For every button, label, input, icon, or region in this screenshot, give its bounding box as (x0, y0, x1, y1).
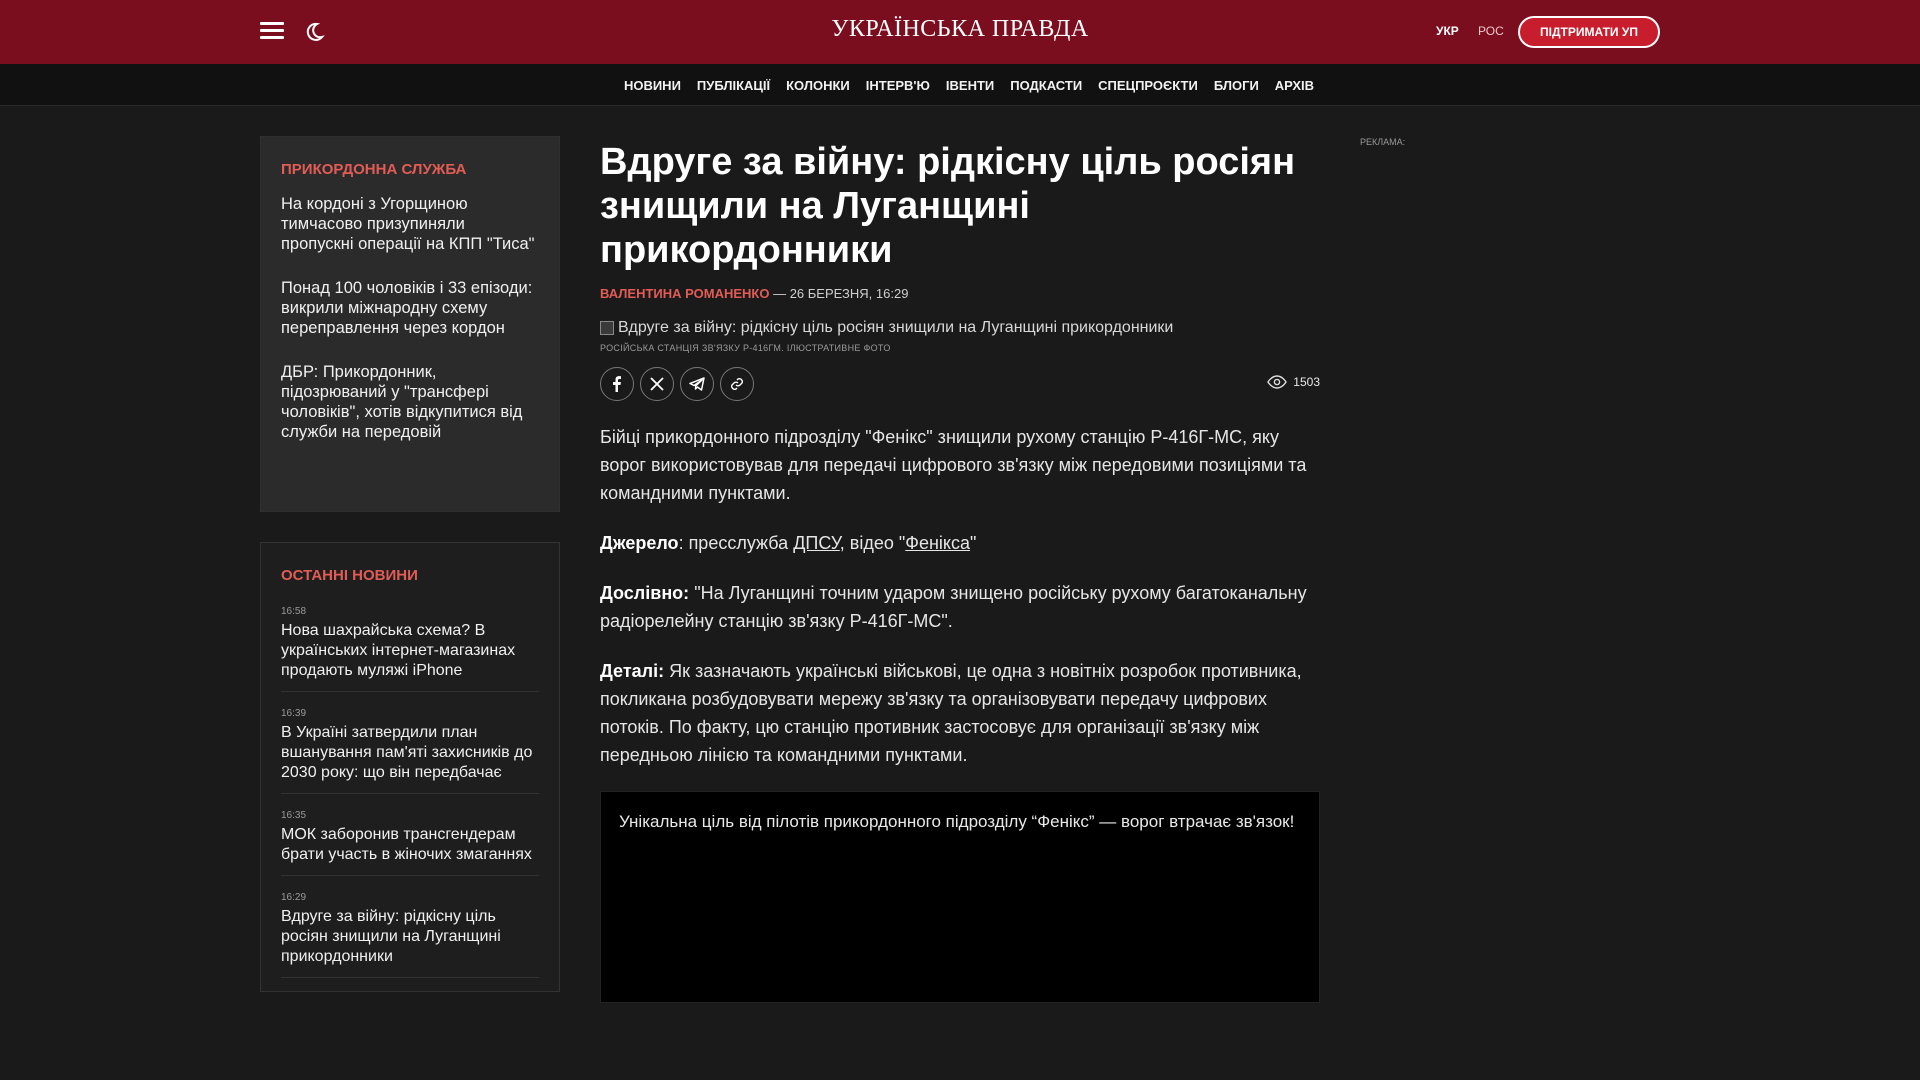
border-service-box: ПРИКОРДОННА СЛУЖБА На кордоні з Угорщино… (260, 136, 560, 512)
lang-ukr-link[interactable]: УКР (1436, 24, 1459, 38)
source-text: " (970, 533, 977, 553)
view-counter: 1503 (1267, 375, 1320, 389)
lang-ros-link[interactable]: РОС (1478, 24, 1504, 38)
article-headline: Вдруге за війну: рідкісну ціль росіян зн… (600, 141, 1296, 271)
details-text: Як зазначають українські військові, це о… (600, 661, 1302, 765)
byline: ВАЛЕНТИНА РОМАНЕНКО — 26 БЕРЕЗНЯ, 16:29 (600, 286, 1320, 301)
quote-text: "На Луганщині точним ударом знищено росі… (600, 583, 1307, 631)
top-bar: УКРАЇНСЬКА ПРАВДА УКР РОС ПІДТРИМАТИ УП (0, 0, 1920, 64)
moon-icon[interactable] (302, 20, 326, 44)
article-image: Вдруге за війну: рідкісну ціль росіян зн… (600, 319, 1320, 337)
image-caption: РОСІЙСЬКА СТАНЦІЯ ЗВ'ЯЗКУ Р-416ГМ. ІЛЮСТ… (600, 343, 891, 353)
related-link[interactable]: ДБР: Прикордонник, підозрюваний у "транс… (281, 362, 539, 442)
border-service-title[interactable]: ПРИКОРДОННА СЛУЖБА (281, 161, 539, 178)
news-list-item[interactable]: 16:39 В Україні затвердили план вшануван… (281, 702, 539, 794)
source-label: Джерело (600, 533, 679, 553)
news-time: 16:39 (281, 708, 307, 719)
telegram-icon[interactable] (680, 367, 714, 401)
quote-label: Дослівно: (600, 583, 690, 603)
nav-item-archive[interactable]: АРХІВ (1275, 78, 1314, 93)
news-list-item[interactable]: 16:29 Вдруге за війну: рідкісну ціль рос… (281, 886, 539, 978)
main-nav: НОВИНИ ПУБЛІКАЦІЇ КОЛОНКИ ІНТЕРВ'Ю ІВЕНТ… (0, 64, 1920, 106)
source-text: , відео " (839, 533, 906, 553)
author-link[interactable]: ВАЛЕНТИНА РОМАНЕНКО (600, 286, 769, 301)
news-time: 16:29 (281, 892, 307, 903)
share-bar: 1503 (600, 367, 1320, 401)
news-list-item[interactable]: 16:58 Нова шахрайська схема? В українськ… (281, 600, 539, 692)
site-logo[interactable]: УКРАЇНСЬКА ПРАВДА (760, 16, 1160, 43)
eye-icon (1267, 375, 1288, 389)
related-link[interactable]: Понад 100 чоловіків і 33 епізоди: викрил… (281, 278, 539, 338)
support-button[interactable]: ПІДТРИМАТИ УП (1518, 16, 1660, 48)
embedded-video[interactable]: Унікальна ціль від пілотів прикордонного… (600, 791, 1320, 1003)
source-text: : пресслужба (678, 533, 794, 553)
facebook-icon[interactable] (600, 367, 634, 401)
x-icon[interactable] (640, 367, 674, 401)
news-title[interactable]: Вдруге за війну: рідкісну ціль росіян зн… (281, 907, 539, 967)
latest-news-title[interactable]: ОСТАННІ НОВИНИ (281, 567, 539, 584)
nav-item-podcasts[interactable]: ПОДКАСТИ (1010, 78, 1082, 93)
news-title[interactable]: МОК заборонив трансгендерам брати участь… (281, 825, 539, 865)
article-paragraph: Бійці прикордонного підрозділу "Фенікс" … (600, 427, 1307, 503)
article-quote: Дослівно: "На Луганщині точним ударом зн… (600, 579, 1320, 635)
article-details: Деталі: Як зазначають українські військо… (600, 657, 1320, 769)
latest-news-box: ОСТАННІ НОВИНИ 16:58 Нова шахрайська схе… (260, 542, 560, 992)
broken-image-icon (600, 321, 614, 335)
nav-item-interviews[interactable]: ІНТЕРВ'Ю (866, 78, 930, 93)
news-list-item[interactable]: 16:35 МОК заборонив трансгендерам брати … (281, 804, 539, 876)
news-title[interactable]: В Україні затвердили план вшанування пам… (281, 723, 539, 783)
news-time: 16:58 (281, 606, 307, 617)
publish-date: — 26 БЕРЕЗНЯ, 16:29 (773, 286, 909, 301)
article-source: Джерело: пресслужба ДПСУ, відео "Фенікса… (600, 529, 1320, 557)
nav-item-specprojects[interactable]: СПЕЦПРОЄКТИ (1098, 78, 1198, 93)
related-link[interactable]: На кордоні з Угорщиною тимчасово призупи… (281, 194, 539, 254)
image-alt-text: Вдруге за війну: рідкісну ціль росіян зн… (618, 319, 1174, 336)
view-count: 1503 (1293, 375, 1320, 389)
nav-item-blogs[interactable]: БЛОГИ (1214, 78, 1259, 93)
details-label: Деталі: (600, 661, 665, 681)
feniks-link[interactable]: Фенікса (905, 533, 970, 553)
link-icon[interactable] (720, 367, 754, 401)
nav-item-news[interactable]: НОВИНИ (624, 78, 681, 93)
dpsu-link[interactable]: ДПСУ (793, 533, 840, 553)
menu-icon[interactable] (260, 22, 284, 42)
video-title[interactable]: Унікальна ціль від пілотів прикордонного… (619, 808, 1301, 836)
article: Вдруге за війну: рідкісну ціль росіян зн… (600, 140, 1320, 1003)
ad-label: РЕКЛАМА: (1360, 137, 1406, 147)
nav-item-publications[interactable]: ПУБЛІКАЦІЇ (697, 78, 770, 93)
nav-item-events[interactable]: ІВЕНТИ (946, 78, 994, 93)
news-time: 16:35 (281, 810, 307, 821)
news-title[interactable]: Нова шахрайська схема? В українських інт… (281, 621, 539, 681)
nav-item-columns[interactable]: КОЛОНКИ (786, 78, 850, 93)
